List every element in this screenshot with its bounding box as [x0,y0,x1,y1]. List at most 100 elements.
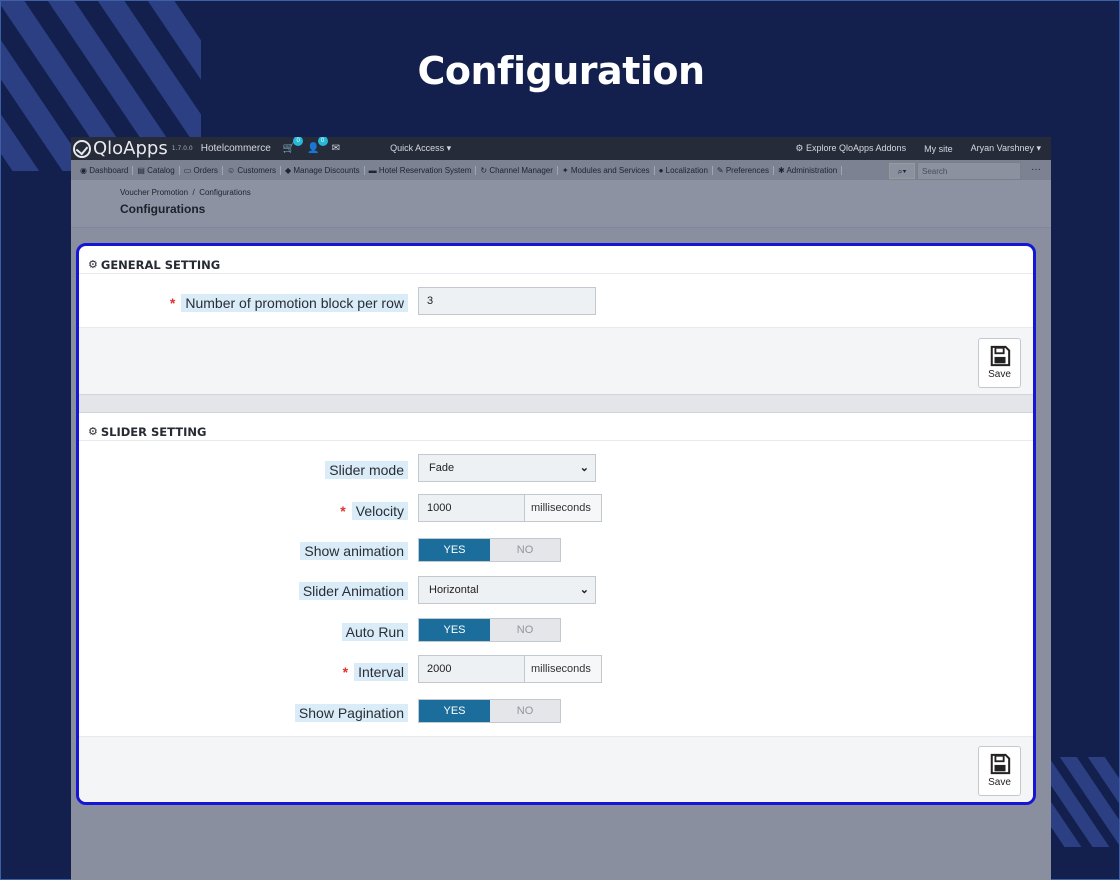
slider-animation-value: Horizontal [429,584,479,596]
cart-icon[interactable]: 🛒 0 [283,137,304,154]
toggle-no[interactable]: NO [490,539,560,561]
explore-addons-label: Explore QloApps Addons [806,143,907,153]
logo-text: QloApps [93,138,168,159]
slider-footer: Save [79,736,1033,802]
chevron-down-icon: ⌄ [579,462,589,474]
velocity-input[interactable]: 1000 [418,494,525,522]
menu-item-catalog[interactable]: ▤ Catalog [133,165,180,175]
menu-item-hotel-reservation[interactable]: ▬ Hotel Reservation System [365,165,477,175]
toggle-yes[interactable]: YES [419,619,490,641]
slider-animation-select[interactable]: Horizontal ⌄ [418,576,596,604]
velocity-label: * Velocity [340,502,408,520]
header-title: Configurations [120,202,206,216]
breadcrumb: Voucher Promotion / Configurations [120,188,1051,197]
slider-mode-select[interactable]: Fade ⌄ [418,454,596,482]
user-name: Aryan Varshney [970,143,1034,153]
page-title: Configuration [417,49,705,93]
toggle-yes[interactable]: YES [419,700,490,722]
required-asterisk: * [342,664,349,680]
promo-block-input[interactable]: 3 [418,287,596,315]
menu-item-dashboard[interactable]: ◉ Dashboard [76,165,134,175]
menu-item-localization[interactable]: ● Localization [655,165,713,175]
slider-setting-heading: ⚙ SLIDER SETTING [79,413,1033,441]
menu-item-channel-manager[interactable]: ↻ Channel Manager [476,165,558,175]
menu-item-customers[interactable]: ☺ Customers [223,165,282,175]
slider-mode-label: Slider mode [325,461,408,479]
search-icon[interactable]: ⌕▾ [889,163,915,179]
required-asterisk: * [169,295,176,311]
auto-run-toggle[interactable]: YES NO [418,618,561,642]
menu-item-orders[interactable]: ▭ Orders [180,165,223,175]
menu-label: Channel Manager [489,165,553,175]
promo-block-label-text: Number of promotion block per row [181,294,408,312]
customer-badge: 0 [317,137,328,146]
menu-item-preferences[interactable]: ✎ Preferences [713,165,774,175]
menu-label: Manage Discounts [293,165,360,175]
interval-input[interactable]: 2000 [418,655,525,683]
search-input[interactable]: Search [917,162,1021,180]
breadcrumb-current: Configurations [199,188,251,197]
decorative-stripes-bottom-right [1049,757,1119,847]
quick-access-dropdown[interactable]: Quick Access ▾ [390,143,451,154]
toggle-yes[interactable]: YES [419,539,490,561]
cart-badge: 0 [293,137,304,146]
store-name-link[interactable]: Hotelcommerce [201,143,271,154]
slider-setting-title: SLIDER SETTING [100,424,207,439]
general-setting-heading: ⚙ GENERAL SETTING [79,246,1033,274]
menu-label: Dashboard [89,165,129,175]
chevron-down-icon: ⌄ [579,584,589,596]
settings-panel: ⚙ GENERAL SETTING * Number of promotion b… [76,243,1036,805]
breadcrumb-parent[interactable]: Voucher Promotion [120,188,188,197]
toggle-no[interactable]: NO [490,700,560,722]
interval-label-text: Interval [354,663,408,681]
show-pagination-label: Show Pagination [294,704,408,722]
quick-access-label: Quick Access [390,143,445,153]
slider-animation-label: Slider Animation [298,582,408,600]
mail-icon[interactable]: ✉ [332,143,340,154]
menu-item-administration[interactable]: ✱ Administration [774,165,843,175]
show-pagination-toggle[interactable]: YES NO [418,699,561,723]
explore-addons-link[interactable]: ⚙ Explore QloApps Addons [795,143,906,154]
menu-label: Modules and Services [570,165,650,175]
save-icon [990,345,1010,367]
general-save-button[interactable]: Save [978,338,1021,388]
menu-label: Hotel Reservation System [378,165,472,175]
top-bar: QloApps 1.7.0.0 Hotelcommerce 🛒 0 👤 0 ✉ Qu… [71,137,1051,160]
slider-mode-label-text: Slider mode [325,461,408,479]
qloapps-logo[interactable]: QloApps 1.7.0.0 [73,138,193,159]
puzzle-icon: ⚙ [795,143,804,153]
velocity-unit: milliseconds [525,494,602,522]
menu-item-modules[interactable]: ✦ Modules and Services [558,165,655,175]
toggle-no[interactable]: NO [490,619,560,641]
required-asterisk: * [340,503,346,519]
logo-check-icon [73,139,91,158]
version-label: 1.7.0.0 [171,145,193,152]
interval-unit: milliseconds [525,655,602,683]
promo-block-label: * Number of promotion block per row [169,294,408,312]
menu-label: Customers [237,165,277,175]
menu-label: Administration [786,165,838,175]
interval-label: * Interval [342,663,408,681]
more-icon[interactable]: ··· [1031,164,1041,175]
slider-animation-label-text: Slider Animation [298,582,408,600]
show-animation-label: Show animation [300,542,408,560]
menu-label: Catalog [147,165,175,175]
general-save-label: Save [988,369,1011,380]
auto-run-label-text: Auto Run [341,623,408,641]
slider-mode-value: Fade [429,462,455,474]
customer-icon[interactable]: 👤 0 [307,137,328,154]
menu-label: Orders [193,165,218,175]
my-site-link[interactable]: My site [924,144,953,154]
main-menu: ◉ Dashboard ▤ Catalog ▭ Orders ☺ Custome… [71,160,1051,180]
user-menu[interactable]: Aryan Varshney ▾ [971,143,1041,154]
auto-run-label: Auto Run [341,623,408,641]
show-animation-toggle[interactable]: YES NO [418,538,561,562]
menu-item-discounts[interactable]: ◆ Manage Discounts [281,165,365,175]
search-group: ⌕▾ Search [889,162,1021,180]
gears-icon: ⚙ [88,425,98,438]
menu-label: Localization [665,165,708,175]
slider-save-button[interactable]: Save [978,746,1021,796]
section-divider [79,394,1033,413]
save-icon [990,753,1010,775]
gears-icon: ⚙ [88,258,98,271]
